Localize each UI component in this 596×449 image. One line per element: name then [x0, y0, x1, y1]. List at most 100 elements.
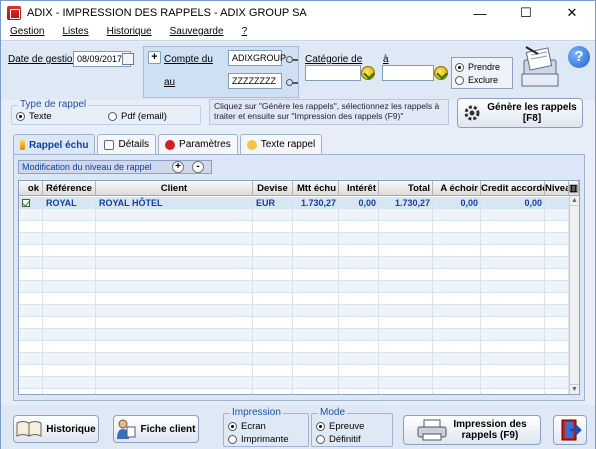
empty-cell [339, 269, 379, 281]
menu-help[interactable]: ? [233, 25, 257, 40]
empty-cell [43, 257, 96, 269]
tab-details[interactable]: Détails [97, 134, 157, 154]
empty-cell [545, 269, 569, 281]
impression-legend: Impression [230, 407, 283, 418]
col-credit-accorde[interactable]: Credit accordé [481, 181, 545, 196]
menu-sauvegarde[interactable]: Sauvegarde [161, 25, 233, 40]
key-icon[interactable] [286, 55, 298, 63]
definitif-option[interactable]: Définitif [316, 434, 361, 445]
close-button[interactable]: ✕ [549, 1, 595, 25]
window-controls: — ☐ ✕ [457, 1, 595, 25]
scroll-down-icon[interactable]: ▼ [570, 384, 579, 394]
empty-cell [545, 341, 569, 353]
scroll-up-icon[interactable]: ▲ [570, 196, 579, 206]
cell-reference: ROYAL [43, 197, 96, 209]
prendre-option[interactable]: Prendre [455, 62, 500, 73]
col-reference[interactable]: Référence [43, 181, 96, 196]
calendar-icon[interactable] [122, 53, 134, 65]
historique-button[interactable]: Historique [13, 415, 99, 443]
cell-mtt-echu: 1.730,27 [293, 197, 339, 209]
texte-label: Texte [29, 111, 52, 122]
empty-cell [253, 281, 293, 293]
pdf-radio[interactable] [108, 111, 117, 121]
empty-cell [545, 209, 569, 221]
imprimante-option[interactable]: Imprimante [228, 434, 289, 445]
imprimante-radio[interactable] [228, 434, 237, 444]
empty-cell [433, 233, 481, 245]
empty-cell [96, 257, 253, 269]
instructions-text: Cliquez sur "Génère les rappels", sélect… [209, 99, 449, 125]
prendre-radio[interactable] [455, 63, 464, 73]
table-row[interactable]: ROYAL ROYAL HÔTEL EUR 1.730,27 0,00 1.73… [19, 197, 569, 209]
empty-cell [433, 245, 481, 257]
col-total[interactable]: Total [379, 181, 433, 196]
col-interet[interactable]: Intérêt [339, 181, 379, 196]
niveau-minus-button[interactable]: - [192, 161, 204, 173]
compte-du-input[interactable]: ADIXGROUP [228, 50, 286, 66]
menu-listes[interactable]: Listes [53, 25, 97, 40]
col-niveau[interactable]: Niveau [545, 181, 569, 196]
empty-cell [19, 293, 43, 305]
empty-cell [96, 353, 253, 365]
key-icon[interactable] [286, 78, 298, 86]
empty-cell [253, 365, 293, 377]
impression-rappels-button[interactable]: Impression des rappels (F9) [403, 415, 541, 445]
prendre-exclure-group: Prendre Exclure [451, 57, 513, 89]
empty-cell [253, 377, 293, 389]
texte-option[interactable]: Texte [16, 111, 52, 122]
window-title: ADIX - IMPRESSION DES RAPPELS - ADIX GRO… [27, 7, 307, 19]
menu-gestion[interactable]: Gestion [1, 25, 53, 40]
col-mtt-echu[interactable]: Mtt échu [293, 181, 339, 196]
minimize-button[interactable]: — [457, 1, 503, 25]
empty-cell [339, 233, 379, 245]
pdf-option[interactable]: Pdf (email) [108, 111, 167, 122]
maximize-button[interactable]: ☐ [503, 1, 549, 25]
categorie-de-input[interactable] [305, 65, 361, 81]
definitif-radio[interactable] [316, 434, 325, 444]
ecran-option[interactable]: Ecran [228, 421, 266, 432]
title-bar: ADIX - IMPRESSION DES RAPPELS - ADIX GRO… [1, 1, 595, 25]
cell-niveau [545, 197, 569, 209]
col-client[interactable]: Client [96, 181, 253, 196]
empty-cell [481, 245, 545, 257]
categorie-a-input[interactable] [382, 65, 434, 81]
row-ok-checkbox[interactable] [19, 197, 43, 209]
a-label: à [383, 54, 389, 65]
tab-texte-rappel[interactable]: Texte rappel [239, 134, 323, 154]
menu-historique[interactable]: Historique [98, 25, 161, 40]
table-scrollbar[interactable]: ▲ ▼ [569, 196, 579, 394]
genere-rappels-button[interactable]: Génère les rappels [F8] [457, 98, 583, 128]
col-devise[interactable]: Devise [253, 181, 293, 196]
epreuve-option[interactable]: Epreuve [316, 421, 364, 432]
empty-cell [433, 257, 481, 269]
categorie-a-lookup-icon[interactable] [434, 66, 448, 80]
help-icon[interactable]: ? [568, 46, 590, 68]
col-ok[interactable]: ok [19, 181, 43, 196]
empty-cell [481, 305, 545, 317]
tab-parametres[interactable]: Paramètres [158, 134, 238, 154]
compte-plus-button[interactable]: + [148, 51, 161, 64]
niveau-plus-button[interactable]: + [172, 161, 184, 173]
epreuve-radio[interactable] [316, 421, 325, 431]
fiche-client-button[interactable]: Fiche client [113, 415, 199, 443]
rappels-table: ok Référence Client Devise Mtt échu Inté… [18, 180, 580, 395]
exclure-radio[interactable] [455, 76, 464, 86]
empty-cell [481, 317, 545, 329]
tab-rappel-echu[interactable]: Rappel échu [13, 134, 96, 155]
empty-cell [433, 377, 481, 389]
exclure-option[interactable]: Exclure [455, 75, 498, 86]
grid-settings-icon[interactable]: ▥ [569, 181, 579, 196]
categorie-de-lookup-icon[interactable] [361, 66, 375, 80]
ecran-radio[interactable] [228, 421, 237, 431]
check-icon[interactable] [22, 199, 30, 207]
empty-table-row [19, 245, 569, 257]
exit-button[interactable] [553, 415, 587, 445]
empty-cell [339, 365, 379, 377]
empty-cell [481, 233, 545, 245]
empty-cell [293, 305, 339, 317]
texte-radio[interactable] [16, 111, 25, 121]
col-a-echoir[interactable]: A échoir [433, 181, 481, 196]
lightbulb-icon [246, 139, 257, 150]
compte-au-input[interactable]: ZZZZZZZZ [228, 73, 282, 89]
empty-cell [19, 317, 43, 329]
